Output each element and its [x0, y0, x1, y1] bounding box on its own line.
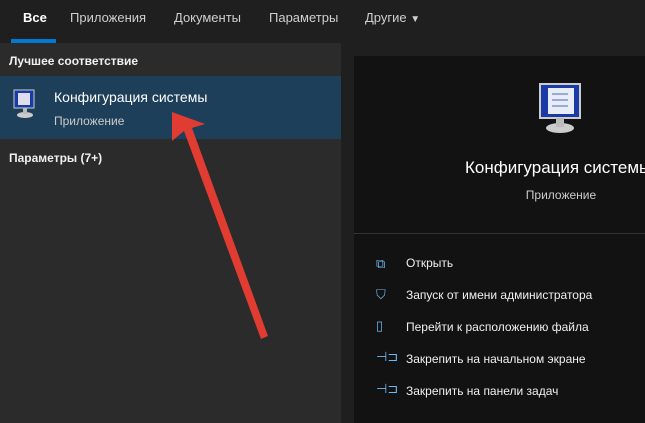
red-arrow-annotation [172, 112, 268, 339]
